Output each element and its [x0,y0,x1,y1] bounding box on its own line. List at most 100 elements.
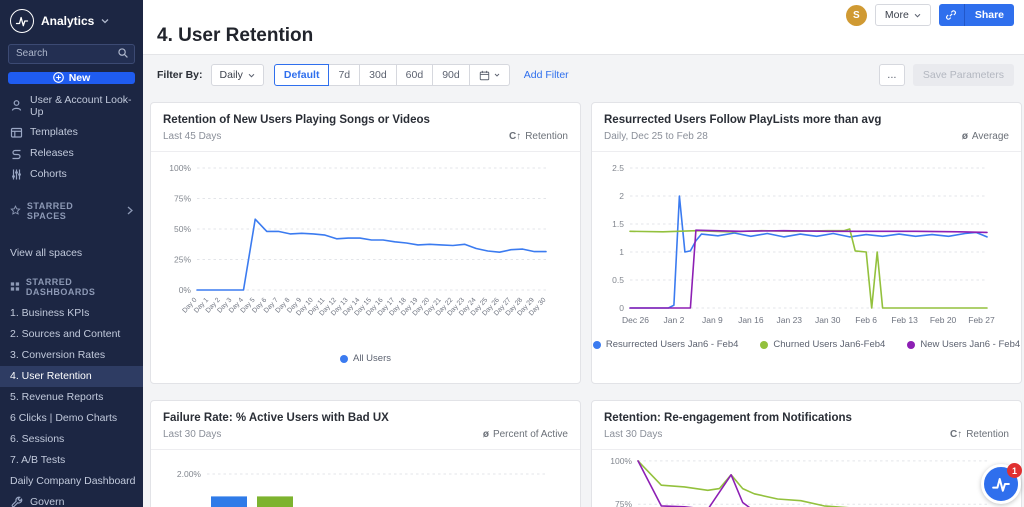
chart-title: Failure Rate: % Active Users with Bad UX [163,412,568,424]
copy-link-button[interactable] [939,4,965,26]
calendar-icon [479,70,490,81]
sidebar-dashboard-user-retention[interactable]: 4. User Retention [0,366,143,387]
svg-text:25%: 25% [174,255,191,265]
svg-text:Jan 23: Jan 23 [777,315,803,325]
legend-label: Churned Users Jan6-Feb4 [773,339,885,350]
interval-dropdown[interactable]: Daily [211,64,264,86]
sidebar-item-user-account-lookup[interactable]: User & Account Look-Up [0,90,143,122]
new-button[interactable]: New [8,72,135,84]
legend-label: New Users Jan6 - Feb4 [920,339,1020,350]
chevron-down-icon [494,73,500,77]
range-default-button[interactable]: Default [274,64,330,86]
avatar[interactable]: S [846,5,867,26]
svg-text:75%: 75% [615,499,632,507]
sidebar-item-releases[interactable]: Releases [0,143,143,164]
sidebar-dashboard-daily-company[interactable]: Daily Company Dashboard [0,471,143,492]
range-90d-button[interactable]: 90d [432,64,470,86]
chart-card-failure-rate[interactable]: Failure Rate: % Active Users with Bad UX… [150,400,581,507]
search-icon [117,46,129,64]
chevron-right-icon [127,206,133,215]
sidebar-dashboard-conversion-rates[interactable]: 3. Conversion Rates [0,345,143,366]
add-filter-button[interactable]: Add Filter [524,69,569,81]
templates-icon [10,126,23,139]
starred-dashboards-header[interactable]: STARRED DASHBOARDS [0,271,143,303]
svg-text:Feb 6: Feb 6 [855,315,877,325]
legend-item[interactable]: New Users Jan6 - Feb4 [907,339,1020,350]
assistant-fab-button[interactable]: 1 [981,464,1021,504]
interval-value: Daily [220,69,243,81]
sidebar-dashboard-business-kpis[interactable]: 1. Business KPIs [0,303,143,324]
amplitude-logo-icon [10,9,34,33]
retention-icon: C↑ [509,131,521,142]
chart-card-reengagement[interactable]: Retention: Re-engagement from Notificati… [591,400,1022,507]
more-options-button[interactable]: ... [879,64,905,86]
sidebar-dashboard-sources-content[interactable]: 2. Sources and Content [0,324,143,345]
chart-mode-label: Retention [525,131,568,142]
svg-text:Feb 27: Feb 27 [968,315,995,325]
search-input[interactable] [8,44,135,64]
workspace-switcher[interactable]: Analytics [0,0,143,39]
chart-legend: All Users [151,353,580,364]
svg-text:Jan 30: Jan 30 [815,315,841,325]
workspace-name: Analytics [41,14,94,28]
sidebar-dashboard-sessions[interactable]: 6. Sessions [0,429,143,450]
user-icon [10,99,23,112]
grid-icon [10,281,20,292]
svg-text:0: 0 [619,303,624,313]
line-chart: 0%25%50%75%100%Day 0Day 1Day 2Day 3Day 4… [151,152,580,353]
wrench-icon [10,496,23,507]
starred-spaces-header[interactable]: STARRED SPACES [0,195,143,227]
range-60d-button[interactable]: 60d [396,64,434,86]
legend-label: All Users [353,353,391,364]
sidebar-dashboard-revenue-reports[interactable]: 5. Revenue Reports [0,387,143,408]
retention-icon: C↑ [950,429,962,440]
chart-subtitle: Last 45 Days [163,131,568,142]
chart-title: Retention: Re-engagement from Notificati… [604,412,1009,424]
chart-mode-label: Percent of Active [493,429,568,440]
topbar: 4. User Retention S More Share [143,0,1024,55]
svg-text:100%: 100% [610,456,632,466]
legend-item[interactable]: All Users [340,353,391,364]
view-all-spaces-link[interactable]: View all spaces [0,241,143,265]
bar-chart: 2.00%1.50%1.00%0.50%0.00% [151,450,580,507]
legend-item[interactable]: Resurrected Users Jan6 - Feb4 [593,339,739,350]
svg-text:2.00%: 2.00% [177,469,202,479]
chart-mode[interactable]: ø Percent of Active [483,429,568,440]
sidebar-item-label: User & Account Look-Up [30,94,133,118]
svg-text:0%: 0% [179,285,192,295]
range-7d-button[interactable]: 7d [328,64,360,86]
sidebar-dashboard-clicks-demo-charts[interactable]: 6 Clicks | Demo Charts [0,408,143,429]
range-30d-button[interactable]: 30d [359,64,397,86]
chevron-down-icon [101,18,109,24]
starred-spaces-label: STARRED SPACES [27,201,115,221]
svg-text:Dec 26: Dec 26 [622,315,649,325]
link-icon [945,9,957,21]
svg-text:100%: 100% [169,163,191,173]
chart-subtitle: Last 30 Days [604,429,1009,440]
chart-mode[interactable]: C↑ Retention [509,131,568,142]
svg-text:0.5: 0.5 [612,275,624,285]
legend-item[interactable]: Churned Users Jan6-Feb4 [760,339,885,350]
svg-text:Jan 2: Jan 2 [664,315,685,325]
sidebar-item-templates[interactable]: Templates [0,122,143,143]
chart-mode[interactable]: ø Average [962,131,1009,142]
star-icon [10,205,21,216]
share-button[interactable]: Share [965,4,1014,26]
chevron-down-icon [914,13,921,18]
custom-date-button[interactable] [469,64,510,86]
chart-card-retention-new-users[interactable]: Retention of New Users Playing Songs or … [150,102,581,384]
save-parameters-button[interactable]: Save Parameters [913,64,1014,86]
more-button[interactable]: More [875,4,931,26]
sidebar-dashboard-ab-tests[interactable]: 7. A/B Tests [0,450,143,471]
chart-mode[interactable]: C↑ Retention [950,429,1009,440]
svg-text:2.5: 2.5 [612,163,624,173]
sidebar-item-cohorts[interactable]: Cohorts [0,164,143,185]
chart-card-resurrected-users[interactable]: Resurrected Users Follow PlayLists more … [591,102,1022,384]
chart-subtitle: Daily, Dec 25 to Feb 28 [604,131,1009,142]
sidebar-item-govern[interactable]: Govern [0,492,143,507]
new-button-label: New [69,72,91,84]
svg-text:1: 1 [619,247,624,257]
sidebar-item-label: Govern [30,496,64,507]
chart-title: Retention of New Users Playing Songs or … [163,114,568,126]
svg-text:Feb 13: Feb 13 [891,315,918,325]
